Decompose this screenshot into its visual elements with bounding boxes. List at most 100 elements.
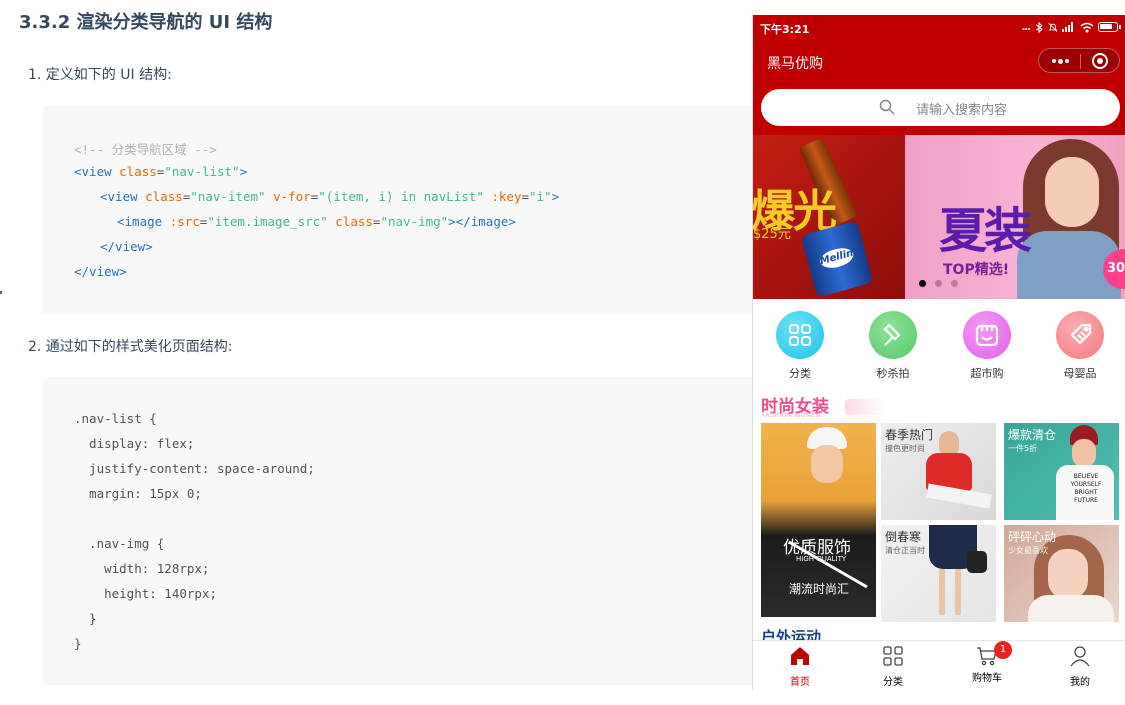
code-line: } [74,636,82,651]
home-icon [791,647,809,665]
code-attr: class [327,214,373,229]
floor-tile[interactable]: 春季热门 撞色更时尚 [881,423,996,520]
model-face [1048,549,1088,599]
nav-item-supermarket[interactable]: 超市购 [957,311,1017,381]
close-target-icon[interactable] [1092,53,1108,69]
big-tile-caption: 潮流时尚汇 [789,582,850,596]
page-marker [0,291,2,294]
step-1-text: 1. 定义如下的 UI 结构: [28,67,172,83]
tile-subtitle: 一件5折 [1008,444,1038,453]
nav-item-category[interactable]: 分类 [770,311,830,381]
top-navigation-bar: 下午3:21 ... 黑马优购 请输入搜索内容 [753,15,1125,135]
code-string: "nav-item" [190,189,266,204]
tab-home[interactable]: 首页 [770,645,830,688]
search-icon [879,99,895,115]
code-line: <!-- 分类导航区域 --> [74,139,217,158]
code-line: <view class="nav-item" v-for="(item, i) … [100,189,559,204]
nav-item-mother-baby[interactable]: 母婴品 [1050,311,1110,381]
tab-mine[interactable]: 我的 [1050,645,1110,688]
nav-item-label: 分类 [789,367,811,380]
code-tag: </view> [74,264,127,279]
status-icons: ... [1021,20,1121,34]
tile-title: 春季热门 [885,428,934,442]
tab-label: 首页 [790,677,810,688]
tab-label: 购物车 [972,673,1002,684]
model-face [1072,439,1096,467]
code-line: justify-content: space-around; [74,461,315,476]
search-placeholder: 请输入搜索内容 [916,103,1008,118]
code-line: height: 140rpx; [74,586,217,601]
model-face [811,445,843,483]
code-string: "item.image_src" [207,214,328,229]
tab-category[interactable]: 分类 [863,645,923,688]
banner-slide-2-headline: 夏装 [939,203,1032,259]
code-tag: ></image> [448,214,516,229]
more-icon[interactable] [1049,53,1071,69]
code-string: "i" [529,189,552,204]
tab-label: 我的 [1070,677,1090,688]
floor-tile[interactable]: 砰砰心动 少女最喜欢 [1004,525,1119,622]
code-attr: class [119,164,157,179]
status-more-dots: ... [1021,21,1031,33]
floor-tile[interactable]: 倒春寒 清仓正当时 [881,525,996,622]
floor-big-tile[interactable]: 优质服饰 HIGH QUALITY 潮流时尚汇 [761,423,876,617]
capsule-divider [1080,54,1081,69]
big-tile-subtitle: HIGH QUALITY [796,555,847,563]
app-title: 黑马优购 [767,56,823,72]
code-line: .nav-img { [74,536,165,551]
document-pane: 3.3.2 渲染分类导航的 UI 结构 1. 定义如下的 UI 结构: <!--… [0,0,752,705]
tile-title: 爆款清仓 [1008,428,1057,442]
code-string: "nav-img" [380,214,449,229]
model-handbag [967,551,987,573]
code-tag: <image [117,214,170,229]
swiper-dot[interactable] [951,280,958,287]
css-code-block: .nav-list { display: flex; justify-conte… [43,377,752,685]
code-line: </view> [74,264,127,279]
tab-label: 分类 [883,677,903,688]
floor-subtitle: FASHION WOMEN [762,412,821,419]
code-tag: > [551,189,560,204]
floor-tile[interactable]: BELIEVE YOURSELF BRIGHT FUTURE 爆款清仓 一件5折 [1004,423,1119,520]
code-eq: = [521,189,530,204]
code-tag: <view [100,189,146,204]
code-tag: </view> [100,239,153,254]
tile-title: 倒春寒 [885,530,922,544]
tag-icon [1056,311,1104,359]
signal-icon [1062,22,1076,32]
code-line: } [74,611,97,626]
banner-swiper[interactable]: 爆光 $25元 Mellin 夏装 TOP精选! 30 [753,135,1125,299]
banner-slide-2[interactable]: 夏装 TOP精选! 30 [905,135,1125,299]
code-attr: v-for [265,189,311,204]
menu-capsule [1038,48,1120,73]
nav-item-label: 超市购 [970,367,1004,380]
code-line: </view> [100,239,153,254]
nav-item-label: 秒杀拍 [876,367,910,380]
cart-badge: 1 [994,641,1012,659]
grid-icon [776,311,824,359]
search-box[interactable]: 请输入搜索内容 [761,89,1120,126]
bluetooth-icon [1035,21,1043,33]
tab-bar: 首页 分类 1 购物车 我的 [753,640,1125,690]
tile-subtitle: 撞色更时尚 [885,444,925,453]
swiper-dot[interactable] [919,280,926,287]
status-time: 下午3:21 [760,23,810,36]
can-brand-label: Mellin [817,244,856,272]
banner-slide-1-price: $25元 [753,227,791,242]
wifi-icon [1080,22,1094,32]
swiper-dot[interactable] [935,280,942,287]
category-icon [883,646,903,666]
battery-icon [1098,22,1121,32]
tile-title: 砰砰心动 [1008,530,1057,544]
floor-title-decoration [845,399,885,415]
banner-slide-1[interactable]: 爆光 $25元 Mellin [753,135,905,299]
phone-simulator: 下午3:21 ... 黑马优购 请输入搜索内容 爆光 $25元 Mellin 夏… [752,15,1125,690]
tab-cart[interactable]: 1 购物车 [957,641,1017,684]
code-line: <view class="nav-list"> [74,164,247,179]
swiper-indicator [919,280,958,287]
code-tag: > [239,164,248,179]
nav-item-flash-sale[interactable]: 秒杀拍 [863,311,923,381]
code-attr: :key [483,189,522,204]
model-leg [939,569,945,615]
code-comment: <!-- 分类导航区域 --> [74,142,217,157]
milk-can-image: Mellin [800,220,874,298]
